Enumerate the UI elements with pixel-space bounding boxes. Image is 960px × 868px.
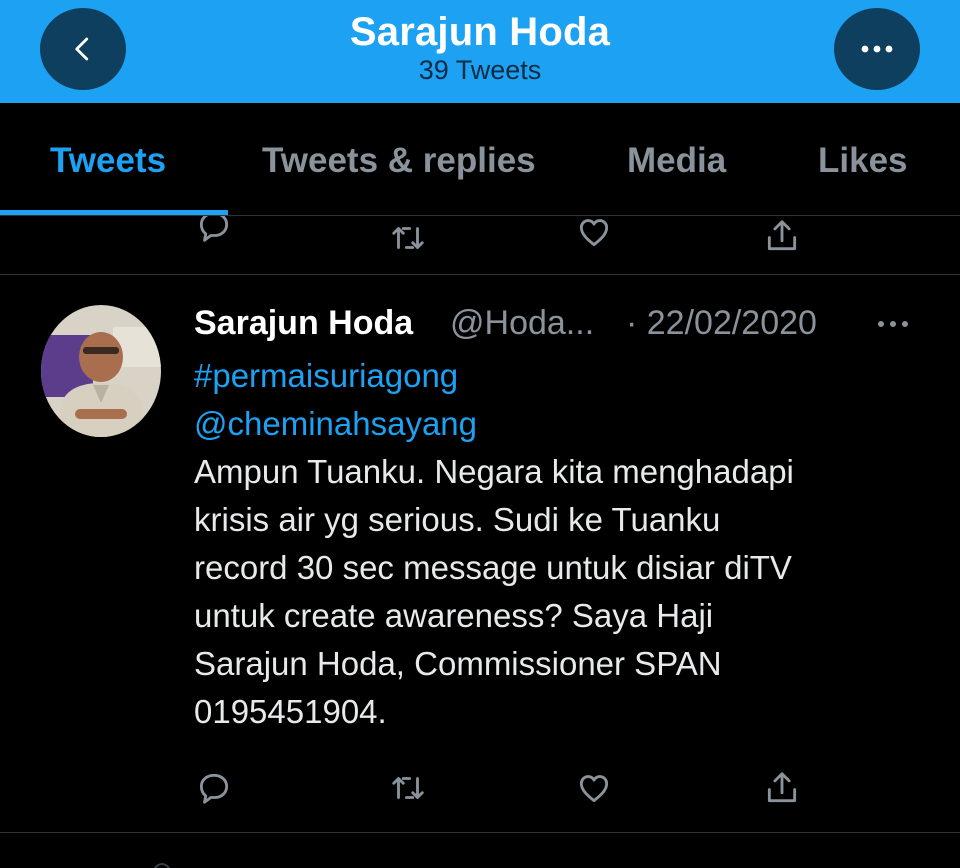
retweet-button[interactable] — [386, 766, 430, 810]
more-options-button[interactable] — [834, 8, 920, 90]
tweet-actions — [0, 764, 960, 814]
tab-tweets-and-replies[interactable]: Tweets & replies — [262, 141, 536, 181]
share-button[interactable] — [760, 766, 804, 810]
profile-header: Sarajun Hoda 39 Tweets — [0, 0, 960, 103]
tweet-divider — [0, 832, 960, 833]
tweet-divider — [0, 274, 960, 275]
like-button[interactable] — [572, 766, 616, 810]
reply-button[interactable] — [192, 216, 236, 248]
retweet-icon — [392, 777, 424, 799]
tweet-text-line: krisis air yg serious. Sudi ke Tuanku — [194, 501, 721, 538]
share-icon — [767, 220, 797, 251]
tweet-text-line: untuk create awareness? Saya Haji — [194, 597, 714, 634]
avatar[interactable] — [41, 305, 161, 437]
reply-icon — [199, 773, 229, 804]
profile-screen: Sarajun Hoda 39 Tweets Tweets Tweets & r… — [0, 0, 960, 868]
hashtag-link[interactable]: #permaisuriagong — [194, 352, 934, 400]
more-horizontal-icon — [861, 45, 893, 53]
retweet-button[interactable] — [386, 216, 430, 260]
previous-tweet-actions — [0, 216, 960, 274]
reply-button[interactable] — [192, 766, 236, 810]
tweet-text-line: Ampun Tuanku. Negara kita menghadapi — [194, 453, 794, 490]
tweet-date[interactable]: · 22/02/2020 — [626, 304, 817, 343]
tab-likes[interactable]: Likes — [818, 141, 908, 181]
profile-tabs: Tweets Tweets & replies Media Likes — [0, 103, 960, 216]
tweet-text-line: record 30 sec message untuk disiar diTV — [194, 549, 792, 586]
author-name[interactable]: Sarajun Hoda — [194, 304, 413, 343]
tweet-text-line: Sarajun Hoda, Commissioner SPAN — [194, 645, 722, 682]
pin-icon — [154, 863, 170, 868]
more-horizontal-icon — [878, 321, 908, 327]
tweet-body: #permaisuriagong @cheminahsayang Ampun T… — [194, 352, 934, 736]
like-button[interactable] — [572, 216, 616, 254]
tweet-count: 39 Tweets — [418, 55, 542, 85]
share-button[interactable] — [760, 216, 804, 258]
next-tweet-peek — [150, 858, 174, 868]
share-icon — [767, 772, 797, 803]
mention-link[interactable]: @cheminahsayang — [194, 400, 934, 448]
retweet-icon — [392, 227, 424, 249]
tweet-text-line: 0195451904. — [194, 693, 387, 730]
reply-icon — [199, 216, 229, 242]
tweet-more-button[interactable] — [870, 304, 920, 344]
like-icon — [579, 219, 609, 247]
author-handle[interactable]: @Hoda... — [450, 304, 594, 343]
tab-media[interactable]: Media — [627, 141, 726, 181]
like-icon — [579, 775, 609, 803]
tab-tweets[interactable]: Tweets — [50, 141, 166, 181]
profile-title: Sarajun Hoda — [349, 10, 611, 54]
profile-photo — [41, 305, 161, 437]
